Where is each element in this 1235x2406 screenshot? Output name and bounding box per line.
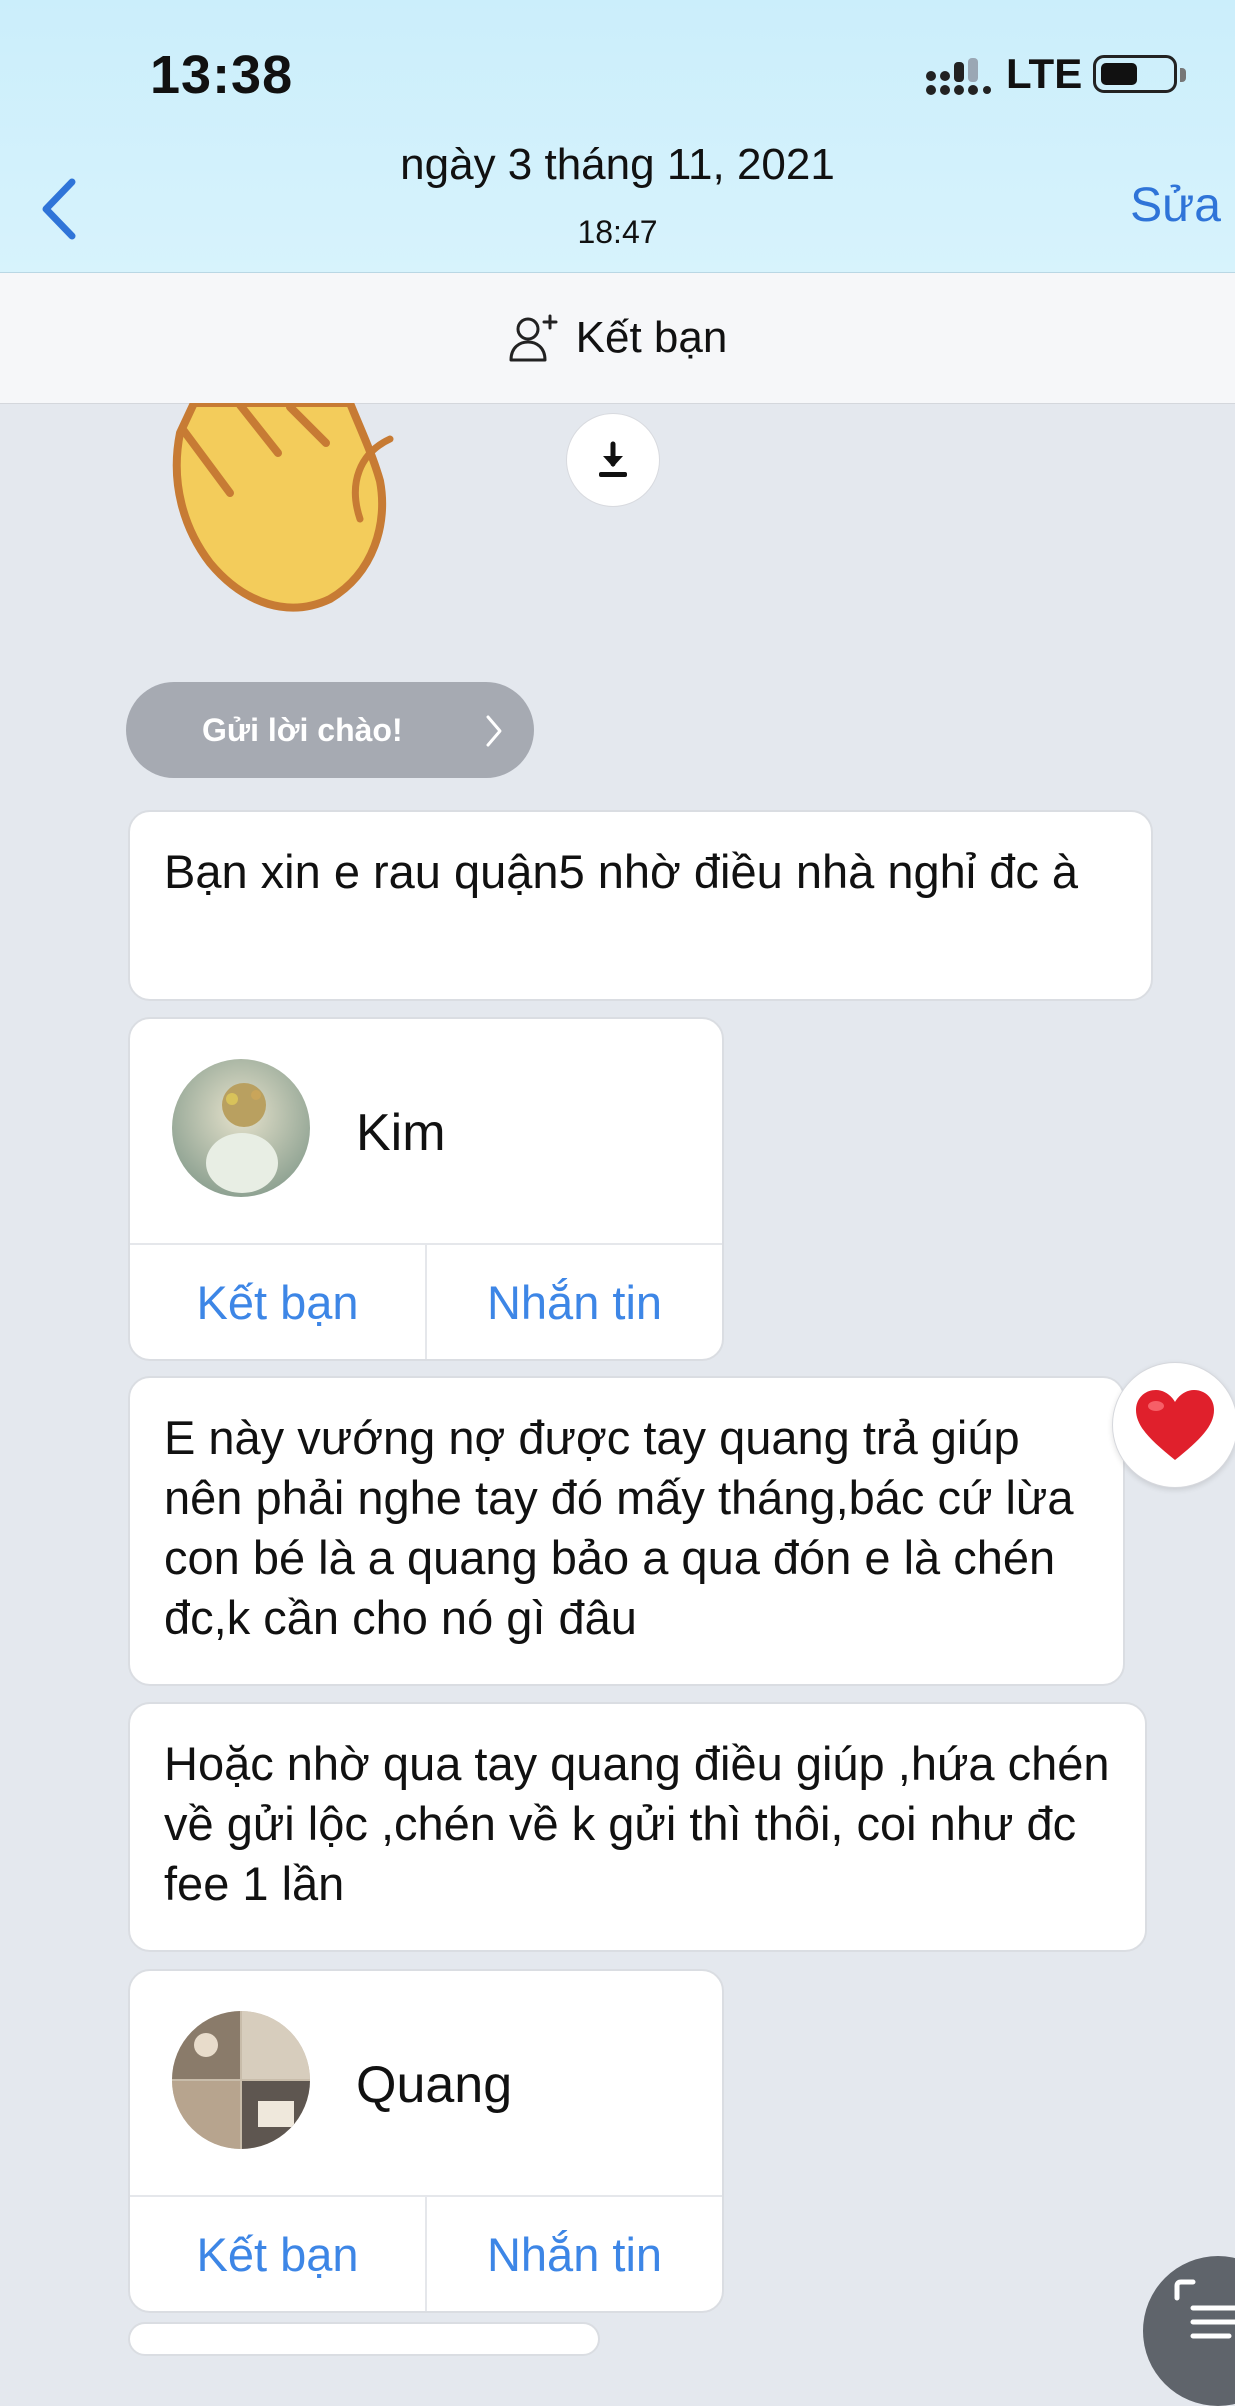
chat-header: 13:38 LTE ngày 3 tháng 11, 2021 18:47 Sử… xyxy=(0,0,1235,273)
add-user-icon xyxy=(509,314,558,362)
contact-name: Kim xyxy=(356,1104,446,1162)
send-greeting-button[interactable]: Gửi lời chào! xyxy=(126,682,534,778)
download-icon xyxy=(599,441,627,477)
add-friend-button[interactable]: Kết bạn xyxy=(130,2197,425,2311)
send-greeting-label: Gửi lời chào! xyxy=(202,711,403,748)
add-friend-bar[interactable]: Kết bạn xyxy=(0,273,1235,404)
add-friend-label: Kết bạn xyxy=(575,313,728,362)
message-bubble[interactable]: Bạn xin e rau quận5 nhờ điều nhà nghỉ đc… xyxy=(128,810,1153,1001)
waving-hand-sticker[interactable] xyxy=(150,403,490,623)
send-message-button[interactable]: Nhắn tin xyxy=(425,2197,722,2311)
contact-name: Quang xyxy=(356,2056,513,2114)
message-bubble[interactable]: Hoặc nhờ qua tay quang điều giúp ,hứa ch… xyxy=(128,1702,1147,1952)
scan-text-button[interactable] xyxy=(1143,2256,1235,2406)
contact-card[interactable]: Kim Kết bạn Nhắn tin xyxy=(128,1017,724,1361)
send-message-button[interactable]: Nhắn tin xyxy=(425,1245,722,1359)
status-time: 13:38 xyxy=(150,45,294,105)
message-text: Bạn xin e rau quận5 nhờ điều nhà nghỉ đc… xyxy=(164,845,1079,898)
conversation-time: 18:47 xyxy=(577,214,658,250)
scan-text-icon xyxy=(1174,2279,1235,2339)
reaction-badge[interactable] xyxy=(1112,1362,1235,1488)
message-text: Hoặc nhờ qua tay quang điều giúp ,hứa ch… xyxy=(164,1737,1110,1910)
contact-card-header[interactable]: Quang xyxy=(130,1971,722,2197)
message-bubble[interactable]: E này vướng nợ được tay quang trả giúp n… xyxy=(128,1376,1125,1686)
avatar[interactable] xyxy=(172,1059,310,1197)
conversation-date: ngày 3 tháng 11, 2021 xyxy=(400,140,835,189)
contact-card-header[interactable]: Kim xyxy=(130,1019,722,1245)
message-bubble[interactable] xyxy=(128,2322,600,2356)
battery-icon xyxy=(1093,55,1186,93)
avatar[interactable] xyxy=(172,2011,310,2149)
network-type: LTE xyxy=(1006,50,1083,97)
add-friend-button[interactable]: Kết bạn xyxy=(130,1245,425,1359)
download-button[interactable] xyxy=(566,413,660,507)
contact-card[interactable]: Quang Kết bạn Nhắn tin xyxy=(128,1969,724,2313)
signal-strength-icon xyxy=(926,58,991,95)
edit-button[interactable]: Sửa xyxy=(1130,178,1221,233)
chevron-right-icon xyxy=(486,715,502,747)
heart-icon xyxy=(1136,1390,1214,1460)
message-text: E này vướng nợ được tay quang trả giúp n… xyxy=(164,1411,1074,1644)
